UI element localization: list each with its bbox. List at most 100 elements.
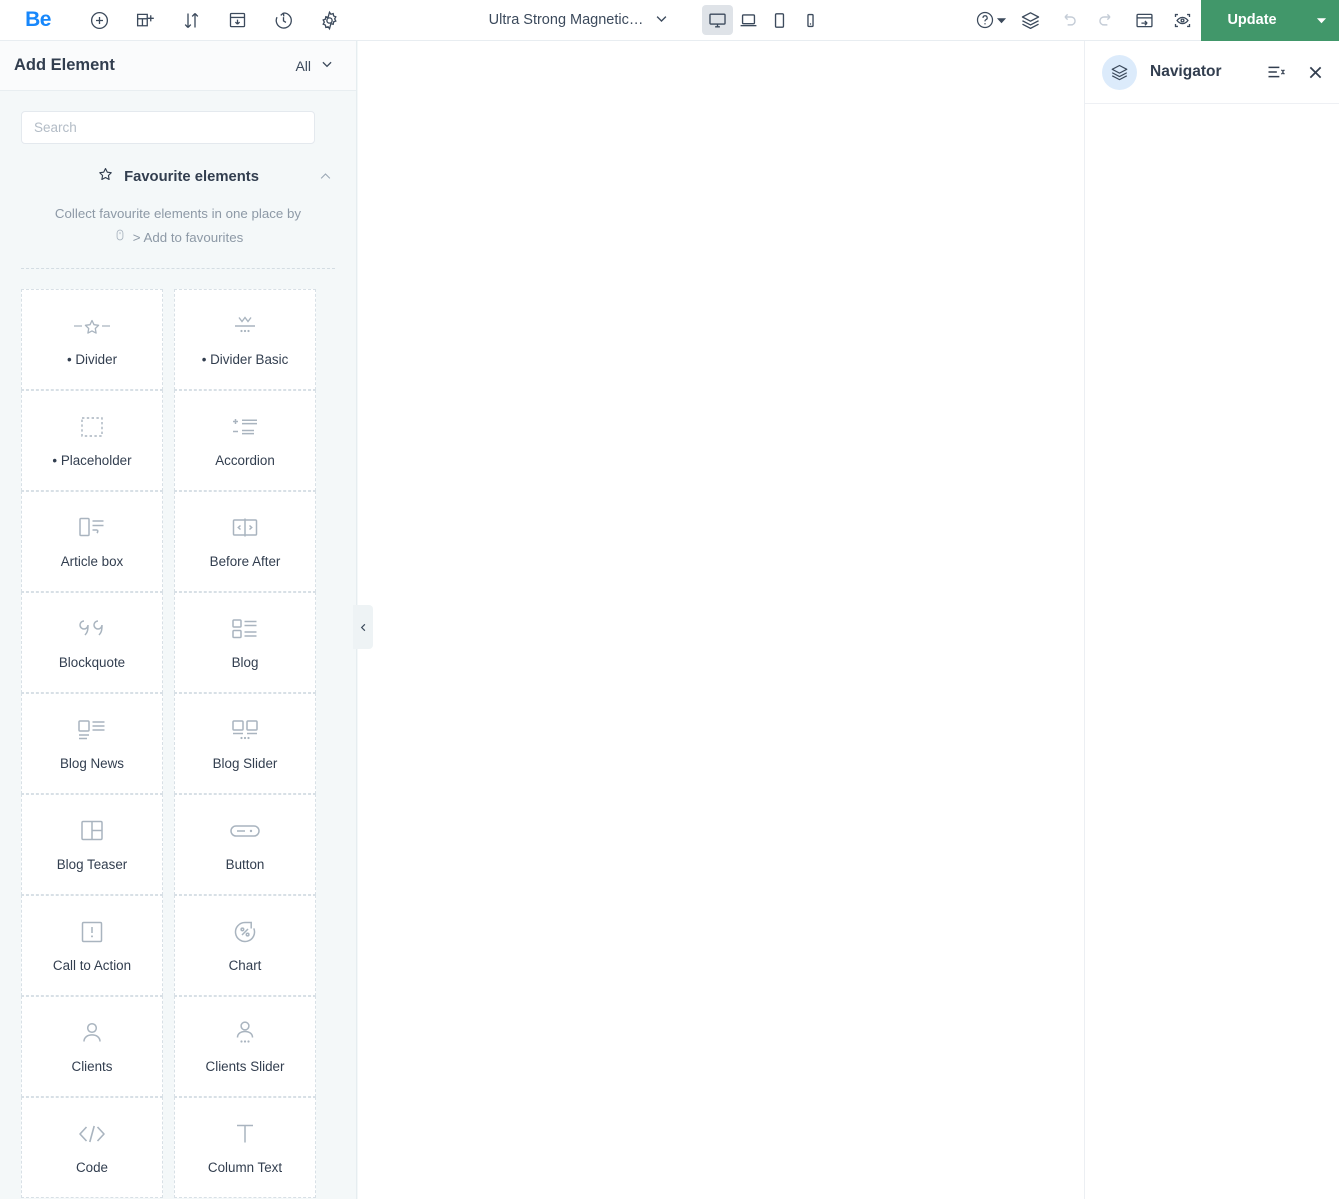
page-name: Ultra Strong Magnetic…	[488, 12, 644, 28]
favourites-desc-line2: > Add to favourites	[132, 230, 244, 245]
element-label: Before After	[209, 554, 281, 569]
add-section-icon[interactable]	[122, 0, 168, 41]
favourite-elements-section: Favourite elements Collect favourite ele…	[0, 144, 356, 269]
element-card-before-after[interactable]: Before After	[174, 491, 316, 592]
favourite-elements-header[interactable]: Favourite elements	[21, 166, 335, 188]
be-logo[interactable]: Be	[0, 0, 76, 41]
favourite-elements-title: Favourite elements	[124, 169, 259, 185]
device-tablet-button[interactable]	[764, 5, 795, 35]
element-label: Column Text	[207, 1160, 283, 1175]
right-tools	[966, 0, 1201, 41]
collapse-panel-handle[interactable]	[353, 605, 373, 649]
element-card-button[interactable]: Button	[174, 794, 316, 895]
chevron-up-icon[interactable]	[318, 169, 333, 189]
element-card-clients[interactable]: Clients	[21, 996, 163, 1097]
element-card-call-to-action[interactable]: Call to Action	[21, 895, 163, 996]
top-toolbar: Be Ultra Strong Magnetic… Update	[0, 0, 1339, 41]
update-button[interactable]: Update	[1201, 0, 1304, 41]
favourite-elements-description: Collect favourite elements in one place …	[21, 202, 335, 250]
code-icon	[76, 1120, 108, 1148]
element-label: • Divider	[66, 352, 118, 367]
element-grid: • Divider • Divider Basic • Placeholder	[0, 269, 356, 1198]
element-label: Blockquote	[58, 655, 126, 670]
help-caret-icon[interactable]	[996, 0, 1007, 41]
divider-basic-icon	[229, 312, 261, 340]
article-box-icon	[77, 514, 107, 542]
before-after-icon	[231, 514, 259, 542]
blog-slider-icon	[229, 716, 261, 744]
element-label: • Divider Basic	[201, 352, 289, 367]
element-card-divider[interactable]: • Divider	[21, 289, 163, 390]
clients-icon	[80, 1019, 104, 1047]
clients-slider-icon	[232, 1019, 258, 1047]
divider-star-icon	[72, 312, 112, 340]
blog-icon	[230, 615, 260, 643]
element-card-article-box[interactable]: Article box	[21, 491, 163, 592]
accordion-icon	[230, 413, 260, 441]
device-preview-group	[699, 2, 830, 38]
add-circle-icon[interactable]	[76, 0, 122, 41]
element-label: Blog Teaser	[56, 857, 128, 872]
navigator-title: Navigator	[1150, 63, 1222, 80]
update-dropdown-caret[interactable]	[1303, 0, 1339, 41]
element-card-divider-basic[interactable]: • Divider Basic	[174, 289, 316, 390]
element-card-blog-teaser[interactable]: Blog Teaser	[21, 794, 163, 895]
call-to-action-icon	[79, 918, 105, 946]
element-card-column-text[interactable]: Column Text	[174, 1097, 316, 1198]
navigator-body[interactable]	[1085, 104, 1339, 1198]
sort-icon[interactable]	[168, 0, 214, 41]
mouse-icon	[113, 226, 127, 250]
element-label: Blog Slider	[212, 756, 278, 771]
element-card-blog-news[interactable]: Blog News	[21, 693, 163, 794]
add-element-panel: Add Element All Favourite elements	[0, 41, 357, 1199]
element-card-blog[interactable]: Blog	[174, 592, 316, 693]
element-label: Clients	[71, 1059, 113, 1074]
chevron-down-icon	[320, 57, 334, 74]
preview-icon[interactable]	[1163, 0, 1201, 41]
element-card-accordion[interactable]: Accordion	[174, 390, 316, 491]
close-icon[interactable]	[1306, 63, 1325, 82]
device-mobile-button[interactable]	[795, 5, 826, 35]
redo-icon[interactable]	[1087, 0, 1125, 41]
page-title: Add Element	[14, 56, 115, 74]
save-template-icon[interactable]	[214, 0, 260, 41]
list-options-icon[interactable]	[1266, 62, 1286, 82]
element-card-blockquote[interactable]: Blockquote	[21, 592, 163, 693]
element-label: Chart	[228, 958, 262, 973]
settings-gear-icon[interactable]	[306, 0, 352, 41]
element-label: Blog	[231, 655, 259, 670]
chart-icon	[232, 918, 258, 946]
element-card-chart[interactable]: Chart	[174, 895, 316, 996]
device-desktop-button[interactable]	[702, 5, 734, 35]
history-icon[interactable]	[260, 0, 306, 41]
element-filter-select[interactable]: All	[295, 57, 334, 74]
page-canvas[interactable]	[358, 41, 1084, 1199]
element-label: Button	[225, 857, 265, 872]
undo-icon[interactable]	[1049, 0, 1087, 41]
page-selector[interactable]: Ultra Strong Magnetic…	[489, 11, 670, 30]
layers-icon[interactable]	[1011, 0, 1049, 41]
column-text-icon	[233, 1120, 257, 1148]
filter-label: All	[295, 57, 311, 74]
device-laptop-button[interactable]	[733, 5, 764, 35]
blog-teaser-icon	[79, 817, 105, 845]
button-icon	[228, 817, 262, 845]
element-card-blog-slider[interactable]: Blog Slider	[174, 693, 316, 794]
blog-news-icon	[76, 716, 108, 744]
search-input[interactable]	[21, 111, 315, 144]
star-icon	[97, 166, 114, 188]
export-icon[interactable]	[1125, 0, 1163, 41]
search-container	[0, 91, 356, 144]
blockquote-icon	[76, 615, 108, 643]
element-label: Accordion	[215, 453, 275, 468]
element-card-clients-slider[interactable]: Clients Slider	[174, 996, 316, 1097]
element-label: Call to Action	[52, 958, 132, 973]
element-label: Code	[75, 1160, 108, 1175]
chevron-down-icon	[654, 11, 669, 30]
element-label: • Placeholder	[52, 453, 132, 468]
element-card-code[interactable]: Code	[21, 1097, 163, 1198]
navigator-panel: Navigator	[1084, 41, 1339, 1199]
element-label: Article box	[60, 554, 124, 569]
element-label: Clients Slider	[205, 1059, 285, 1074]
element-card-placeholder[interactable]: • Placeholder	[21, 390, 163, 491]
